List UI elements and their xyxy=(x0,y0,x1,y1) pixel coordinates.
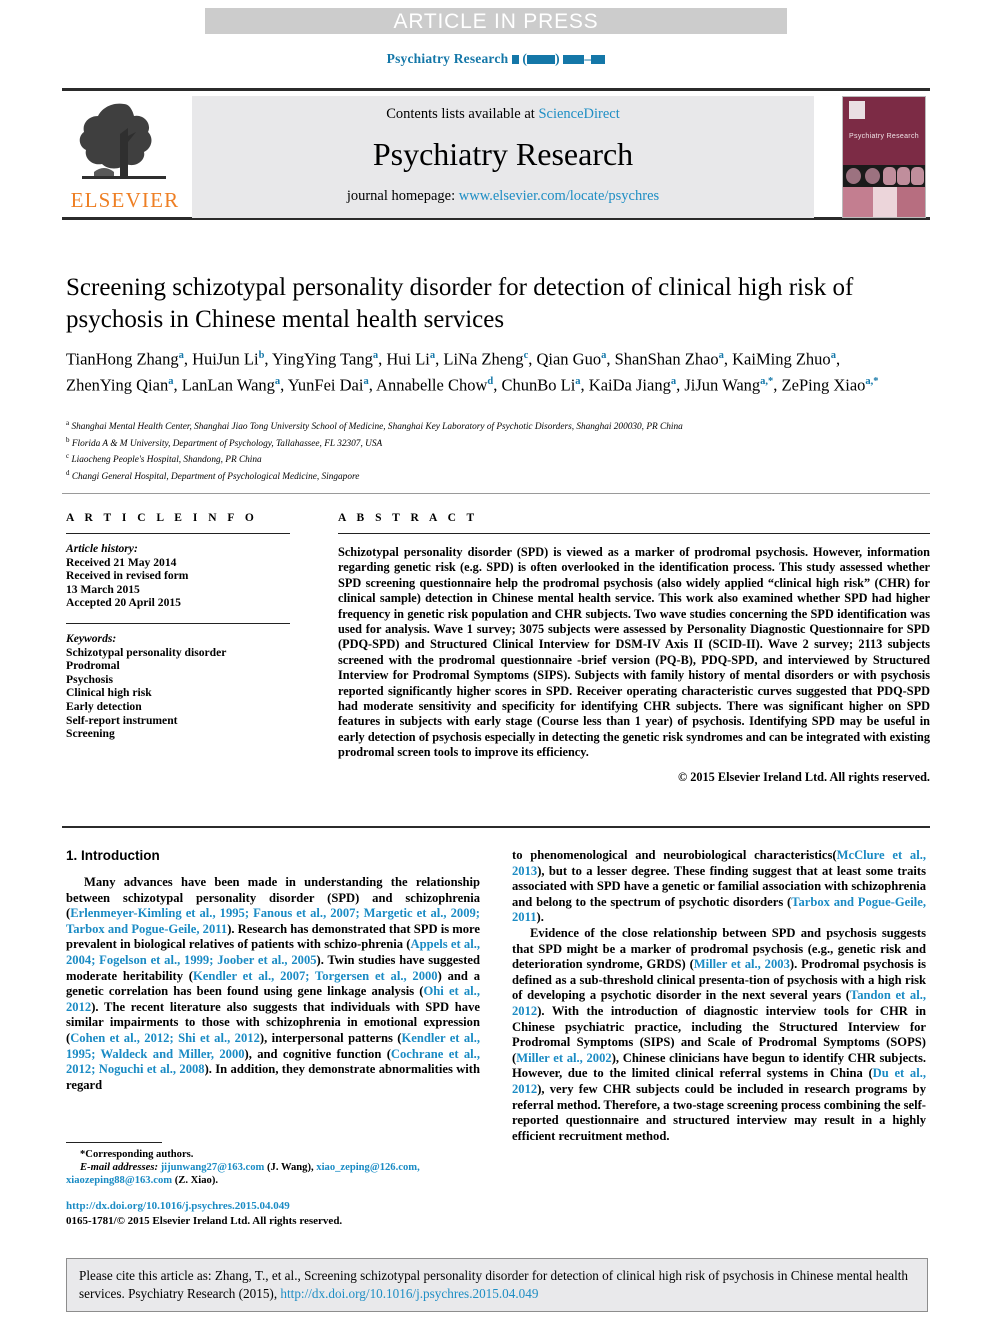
sciencedirect-link[interactable]: ScienceDirect xyxy=(538,106,619,122)
email-link-xiao-1[interactable]: xiao_zeping@126.com, xyxy=(316,1162,419,1173)
cover-journal-name: Psychiatry Research xyxy=(849,133,919,140)
article-info-divider xyxy=(66,533,290,534)
journal-masthead: ELSEVIER Contents lists available at Sci… xyxy=(62,88,930,220)
running-head: Psychiatry Research () – xyxy=(0,51,992,67)
history-item: Received in revised form xyxy=(66,569,189,583)
affiliation-mark: d xyxy=(66,469,70,478)
affiliation-text: Shanghai Mental Health Center, Shanghai … xyxy=(71,422,683,433)
info-block-bottom-rule xyxy=(62,826,930,828)
article-page: ARTICLE IN PRESS Psychiatry Research () … xyxy=(0,0,992,1323)
info-block-top-rule xyxy=(62,493,930,494)
introduction-heading: 1. Introduction xyxy=(66,848,160,863)
body-column-left: 1. Introduction Many advances have been … xyxy=(66,848,480,1093)
keyword-item: Clinical high risk xyxy=(66,686,152,700)
author-list: TianHong Zhanga, HuiJun Lib, YingYing Ta… xyxy=(66,349,879,395)
abstract-column: A B S T R A C T Schizotypal personality … xyxy=(338,512,930,785)
email-addresses-label: E-mail addresses: xyxy=(80,1162,158,1174)
intro-paragraph: to phenomenological and neurobiological … xyxy=(512,848,927,925)
journal-homepage-line: journal homepage: www.elsevier.com/locat… xyxy=(192,188,814,205)
article-info-heading: A R T I C L E I N F O xyxy=(66,512,258,524)
affiliation-item: b Florida A & M University, Department o… xyxy=(66,434,896,451)
journal-cover-thumbnail: Psychiatry Research xyxy=(842,96,926,218)
keyword-item: Schizotypal personality disorder xyxy=(66,645,227,659)
affiliation-text: Liaocheng People's Hospital, Shandong, P… xyxy=(71,455,262,466)
cite-doi-link[interactable]: http://dx.doi.org/10.1016/j.psychres.201… xyxy=(280,1286,538,1301)
history-item: 13 March 2015 xyxy=(66,582,140,596)
article-in-press-banner: ARTICLE IN PRESS xyxy=(205,8,787,34)
history-item: Accepted 20 April 2015 xyxy=(66,596,181,610)
contents-available-line: Contents lists available at ScienceDirec… xyxy=(192,106,814,123)
homepage-prefix: journal homepage: xyxy=(346,188,459,204)
elsevier-wordmark: ELSEVIER xyxy=(70,188,180,212)
affiliation-item: c Liaocheng People's Hospital, Shandong,… xyxy=(66,450,896,467)
footnote-body: *Corresponding authors. E-mail addresses… xyxy=(66,1148,480,1188)
article-info-column: A R T I C L E I N F O Article history: R… xyxy=(66,512,296,741)
affiliation-item: d Changi General Hospital, Department of… xyxy=(66,467,896,484)
affiliation-mark: c xyxy=(66,452,70,461)
keywords-divider xyxy=(66,622,290,624)
keyword-item: Self-report instrument xyxy=(66,713,178,727)
issn-copyright-line: 0165-1781/© 2015 Elsevier Ireland Ltd. A… xyxy=(66,1214,343,1227)
intro-paragraph: Many advances have been made in understa… xyxy=(66,875,481,1092)
keyword-item: Psychosis xyxy=(66,672,114,686)
abstract-heading: A B S T R A C T xyxy=(338,512,479,524)
affiliation-list: a Shanghai Mental Health Center, Shangha… xyxy=(66,417,896,484)
history-item: Received 21 May 2014 xyxy=(66,555,177,569)
body-column-right: to phenomenological and neurobiological … xyxy=(512,848,926,1144)
doi-and-issn-block: http://dx.doi.org/10.1016/j.psychres.201… xyxy=(66,1199,486,1228)
article-history: Article history: Received 21 May 2014 Re… xyxy=(66,542,296,610)
corresponding-author-footnote: *Corresponding authors. E-mail addresses… xyxy=(66,1142,480,1188)
intro-paragraph: Evidence of the close relationship betwe… xyxy=(512,925,926,1143)
keyword-item: Early detection xyxy=(66,699,142,713)
issue-placeholder: () – xyxy=(511,51,606,66)
email-owner-wang: (J. Wang), xyxy=(267,1162,314,1174)
running-head-journal: Psychiatry Research xyxy=(386,51,509,66)
cite-this-article-box: Please cite this article as: Zhang, T., … xyxy=(66,1258,928,1312)
contents-panel: Contents lists available at ScienceDirec… xyxy=(192,96,814,218)
journal-title: Psychiatry Research xyxy=(372,136,634,172)
article-title: Screening schizotypal personality disord… xyxy=(66,274,854,333)
keywords-list: Keywords: Schizotypal personality disord… xyxy=(66,632,296,741)
abstract-copyright: © 2015 Elsevier Ireland Ltd. All rights … xyxy=(677,769,930,784)
keywords-label: Keywords: xyxy=(66,631,117,645)
affiliation-mark: b xyxy=(66,435,70,444)
elsevier-logo: ELSEVIER xyxy=(66,96,184,218)
keyword-item: Screening xyxy=(66,727,115,741)
abstract-divider xyxy=(338,533,930,534)
affiliation-text: Florida A & M University, Department of … xyxy=(71,438,383,449)
corresponding-authors-note: *Corresponding authors. xyxy=(80,1149,194,1160)
doi-link[interactable]: http://dx.doi.org/10.1016/j.psychres.201… xyxy=(66,1200,290,1212)
contents-prefix: Contents lists available at xyxy=(386,106,539,122)
abstract-text: Schizotypal personality disorder (SPD) i… xyxy=(338,545,930,760)
affiliation-mark: a xyxy=(66,419,70,427)
elsevier-tree-icon xyxy=(79,103,166,179)
email-owner-xiao: (Z. Xiao). xyxy=(174,1175,218,1187)
journal-homepage-link[interactable]: www.elsevier.com/locate/psychres xyxy=(459,188,659,204)
footnote-rule xyxy=(66,1142,162,1143)
email-link-wang[interactable]: jijunwang27@163.com xyxy=(161,1162,265,1173)
email-link-xiao-2[interactable]: xiaozeping88@163.com xyxy=(66,1175,172,1186)
keyword-item: Prodromal xyxy=(66,659,120,673)
affiliation-text: Changi General Hospital, Department of P… xyxy=(71,472,360,483)
article-history-label: Article history: xyxy=(66,542,138,555)
affiliation-item: a Shanghai Mental Health Center, Shangha… xyxy=(66,417,896,434)
